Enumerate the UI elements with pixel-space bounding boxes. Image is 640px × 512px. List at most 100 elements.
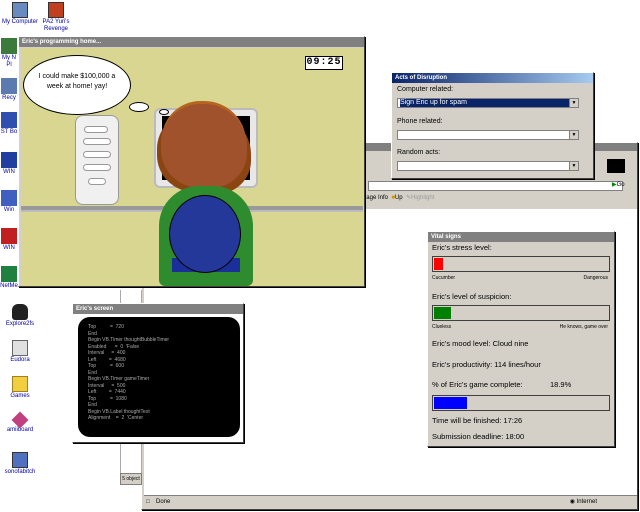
computer-tower [75,115,119,205]
desktop-icon-win3[interactable]: WIN [0,228,18,252]
stress-meter [432,256,610,272]
eudora-icon [12,340,28,356]
drive-slot [84,126,108,133]
desktop-icon-pa2[interactable]: PA2 Yuri's Revenge [36,2,76,33]
computer-related-value: Sign Eric up for spam [400,99,572,107]
desktop-icon-win2[interactable]: Win [0,190,18,214]
eric-head [161,104,247,188]
stress-min-label: Cucumber [432,275,456,281]
network-icon [1,38,17,54]
game-complete-label: % of Eric's game complete: [432,380,523,389]
globe-icon: ◉ [569,499,575,505]
desktop-icon-explore2fs[interactable]: Explore2fs [0,304,40,328]
chevron-down-icon[interactable]: ▼ [569,99,578,107]
random-acts-label: Random acts: [397,149,441,156]
thought-bubble-dot [159,109,169,115]
thought-bubble-dot [129,102,149,112]
app-icon [1,152,17,168]
zone-label: Internet [576,499,597,505]
chair-back [169,195,241,273]
game-icon [48,2,64,18]
thought-bubble: I could make $100,000 a week at home! ya… [23,55,131,115]
desktop-icon-sonofabitch[interactable]: sonofabitch [0,452,40,476]
object-count: 5 object [120,473,142,485]
game-complete-value: 18.9% [550,380,572,389]
desktop-icon-amiiboard[interactable]: amiiboard [0,411,40,434]
disruption-window[interactable]: Acts of Disruption Computer related: Sig… [391,72,594,179]
status-bar: □ Done ◉ Internet [144,495,637,507]
desktop-icon-label: Win [3,207,15,213]
drive-slot [83,138,111,145]
desktop-icon-label: NetMe [0,283,18,289]
status-text: Done [156,499,171,505]
suspicion-meter-fill [434,307,451,319]
app-icon [1,190,17,206]
computer-related-select[interactable]: Sign Eric up for spam ▼ [397,98,579,108]
app-icon [1,112,17,128]
amiiboard-icon [11,411,29,429]
vital-signs-window[interactable]: Vital signs Eric's stress level: Cucumbe… [427,231,615,447]
folder-icon [12,376,28,392]
desktop-icon-label: sonofabitch [4,469,36,475]
game-progress-bar [432,395,610,411]
desktop-icon-label: Recy [2,95,16,101]
desktop-icon-games[interactable]: Games [0,376,40,400]
up-button[interactable]: ■Up [391,195,402,201]
page-info-label: Page Info [362,195,388,201]
eric-screen-titlebar[interactable]: Eric's screen [73,304,243,314]
file-icon [12,452,28,468]
random-acts-select[interactable]: ▼ [397,161,579,171]
game-timer: 09:25 [305,56,343,70]
internet-zone: ◉ Internet [570,496,597,508]
drive-slot [83,164,111,171]
links-toolbar: ■ Page Info ■Up ✎Highlight [357,191,639,205]
chevron-down-icon[interactable]: ▼ [569,162,578,170]
go-label: Go [616,182,625,188]
desktop-icon-label: My N Pl [2,55,16,68]
stress-max-label: Dangerous [583,275,608,281]
chevron-down-icon[interactable]: ▼ [569,131,578,139]
suspicion-min-label: Clueless [432,324,452,330]
penguin-icon [12,304,28,320]
disruption-titlebar[interactable]: Acts of Disruption [392,73,593,83]
highlight-button[interactable]: ✎Highlight [406,195,434,201]
desktop-icon-label: WIN [3,169,15,175]
go-button[interactable]: ▶Go [612,181,625,188]
game-titlebar[interactable]: Eric's programming home... [19,37,364,47]
game-window[interactable]: Eric's programming home... I could make … [18,36,365,287]
eric-screen-window[interactable]: Eric's screen Top = 720 End Begin VB.Tim… [72,303,244,443]
suspicion-label: Eric's level of suspicion: [432,292,512,301]
drive-slot [88,178,106,185]
page-icon: □ [146,499,150,505]
stress-label: Eric's stress level: [432,243,492,252]
phone-related-select[interactable]: ▼ [397,130,579,140]
desktop-icon-label: WIN [3,245,15,251]
desktop-icon-label: Explore2fs [5,321,35,327]
netmeeting-icon [1,266,17,282]
desktop-icon-label: ST Bo [0,129,18,135]
desktop-icon-label: Games [10,393,30,399]
mood-level: Eric's mood level: Cloud nine [432,339,529,348]
game-progress-fill [434,397,467,409]
suspicion-meter [432,305,610,321]
submission-deadline: Submission deadline: 18:00 [432,432,525,441]
desktop-icon-win1[interactable]: WIN [0,152,18,176]
desktop-icon-my-computer[interactable]: My Computer [0,2,40,26]
recycle-bin-icon [1,78,17,94]
computer-icon [12,2,28,18]
desktop-icon-label: Eudora [10,357,30,363]
address-bar[interactable] [368,181,623,191]
desktop-icon-eudora[interactable]: Eudora [0,340,40,364]
desktop-icon-netmeeting[interactable]: NetMe [0,266,18,290]
desktop-icon-label: My Computer [1,19,38,25]
up-label: Up [394,195,403,201]
app-icon [1,228,17,244]
desktop-icon-st[interactable]: ST Bo [0,112,18,136]
vital-signs-titlebar[interactable]: Vital signs [428,232,614,242]
desktop-icon-label: PA2 Yuri's Revenge [42,19,70,32]
desktop-icon-recycle[interactable]: Recy [0,78,18,102]
desktop-icon-network[interactable]: My N Pl [0,38,18,69]
windows-logo-icon [607,159,625,173]
highlight-label: Highlight [411,195,435,201]
stress-meter-fill [434,258,443,270]
